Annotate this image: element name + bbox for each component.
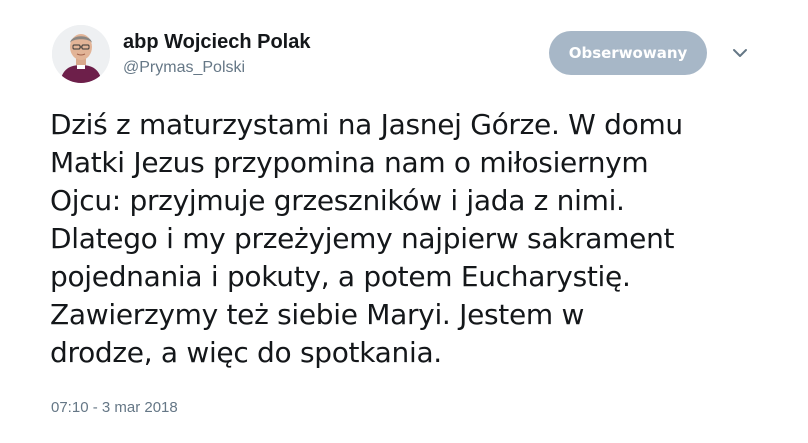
avatar[interactable]: [52, 25, 110, 83]
chevron-down-icon: [733, 49, 747, 57]
tweet-text-line: drodze, a więc do spotkania.: [50, 336, 442, 369]
tweet-text-line: Matki Jezus przypomina nam o miłosiernym: [50, 146, 649, 179]
tweet-text-line: Ojcu: przyjmuje grzeszników i jada z nim…: [50, 184, 625, 217]
tweet-text: Dziś z maturzystami na Jasnej Górze. W d…: [50, 106, 770, 372]
tweet-text-line: Dziś z maturzystami na Jasnej Górze. W d…: [50, 108, 683, 141]
tweet-text-line: Zawierzymy też siebie Maryi. Jestem w: [50, 298, 585, 331]
author-handle[interactable]: @Prymas_Polski: [123, 58, 245, 78]
more-options-button[interactable]: [730, 45, 750, 61]
following-button[interactable]: Obserwowany: [549, 31, 707, 75]
tweet-text-line: Dlatego i my przeżyjemy najpierw sakrame…: [50, 222, 675, 255]
tweet-text-line: pojednania i pokuty, a potem Eucharystię…: [50, 260, 631, 293]
tweet-timestamp[interactable]: 07:10 - 3 mar 2018: [51, 398, 178, 418]
person-avatar-icon: [52, 25, 110, 83]
tweet-card: abp Wojciech Polak @Prymas_Polski Obserw…: [0, 0, 808, 443]
author-name[interactable]: abp Wojciech Polak: [123, 30, 310, 54]
following-button-label: Obserwowany: [568, 44, 688, 62]
